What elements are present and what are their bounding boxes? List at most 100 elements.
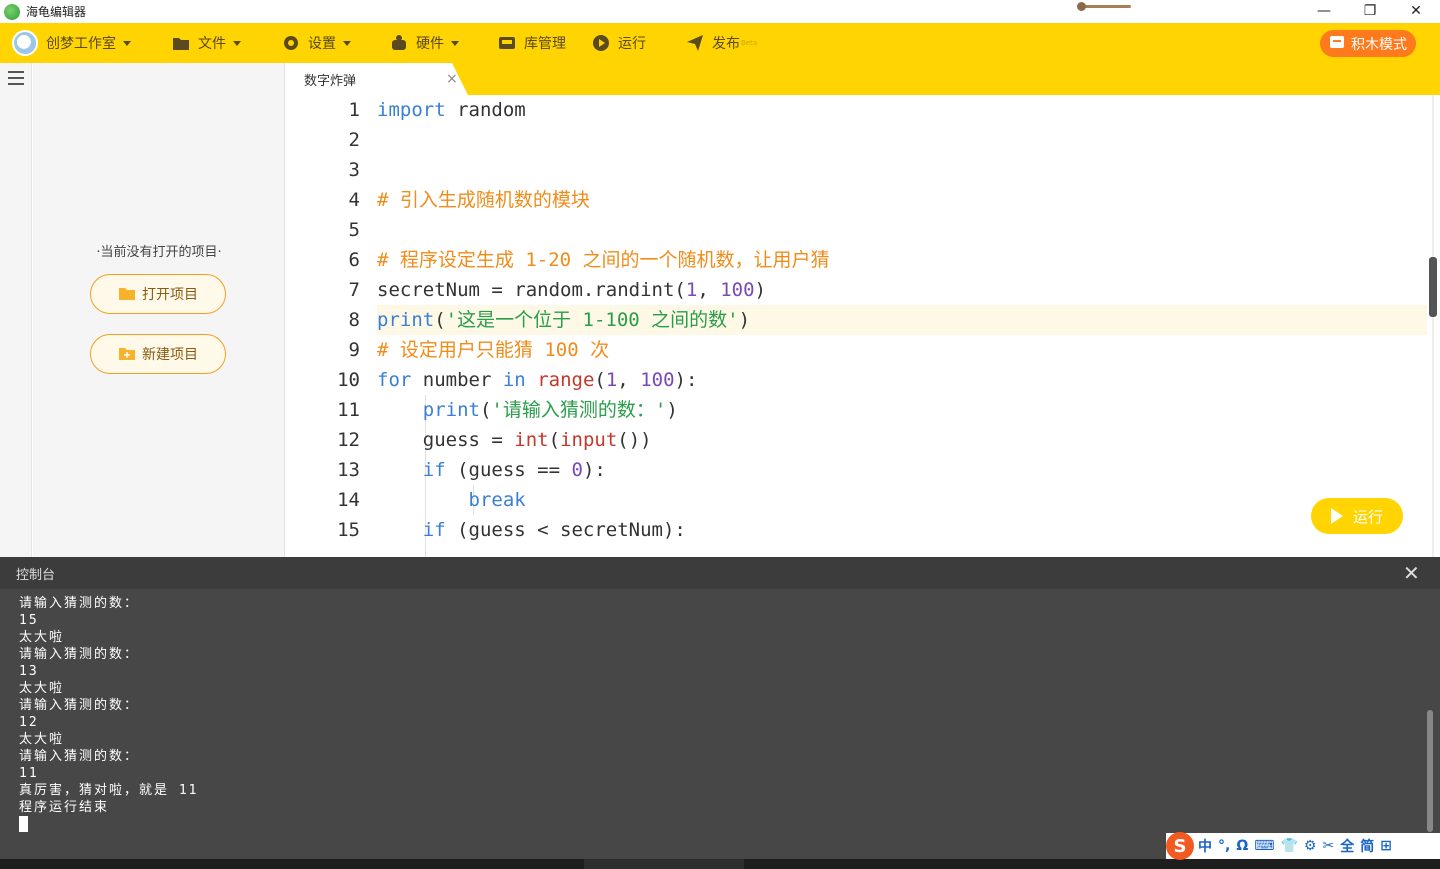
sidebar-strip (0, 63, 32, 557)
settings-label: 设置 (308, 36, 336, 52)
publish-menu[interactable]: 发布 Beta (686, 23, 757, 63)
code-line[interactable]: guess = int(input()) (377, 425, 1427, 455)
code-line[interactable] (377, 215, 1427, 245)
code-line[interactable] (377, 125, 1427, 155)
new-project-button[interactable]: 新建项目 (90, 334, 226, 374)
code-lines[interactable]: import random # 引入生成随机数的模块 # 程序设定生成 1-20… (377, 95, 1427, 545)
tab-bar: 数字炸弹 × (286, 63, 1440, 95)
line-number: 6 (348, 249, 360, 271)
console-line: 太大啦 (19, 630, 65, 645)
ime-chinese-mode[interactable]: 中 (1198, 836, 1212, 856)
code-line[interactable]: print('这是一个位于 1-100 之间的数') (377, 305, 1427, 335)
studio-label: 创梦工作室 (46, 36, 116, 52)
ime-toolbar: S 中 °, Ω ⌨ 👕 ⚙ ✂ 全 简 ⊞ (1166, 832, 1440, 860)
publish-label: 发布 (712, 36, 740, 52)
chevron-down-icon (343, 40, 351, 46)
robot-icon (390, 34, 408, 52)
editor-scrollbar[interactable] (1429, 257, 1437, 317)
play-icon (592, 34, 610, 52)
hardware-label: 硬件 (416, 36, 444, 52)
close-icon[interactable]: × (446, 71, 458, 87)
ime-menu-icon[interactable]: ⊞ (1380, 838, 1392, 854)
code-line[interactable]: # 引入生成随机数的模块 (377, 185, 1427, 215)
console-line: 请输入猜测的数： (19, 647, 140, 662)
console-title: 控制台 (16, 567, 56, 583)
console-line: 请输入猜测的数： (19, 749, 140, 764)
open-project-button[interactable]: 打开项目 (90, 274, 226, 314)
studio-menu[interactable]: 创梦工作室 (12, 23, 131, 63)
line-number: 8 (348, 309, 360, 331)
library-icon (498, 34, 516, 52)
console-header: 控制台 (0, 557, 1440, 589)
console-line: 15 (19, 613, 39, 628)
tools-icon[interactable]: ⚙ (1304, 838, 1317, 854)
line-number: 13 (337, 459, 360, 481)
line-number: 10 (337, 369, 360, 391)
line-number: 12 (337, 429, 360, 451)
ime-simplified[interactable]: 简 (1360, 836, 1374, 856)
library-label: 库管理 (524, 36, 566, 52)
line-number: 9 (348, 339, 360, 361)
code-line[interactable]: if (guess == 0): (377, 455, 1427, 485)
ime-fullwidth[interactable]: 全 (1340, 836, 1354, 856)
console-scrollbar[interactable] (1427, 710, 1433, 832)
blocks-icon (1329, 35, 1345, 53)
console-line: 太大啦 (19, 732, 65, 747)
scissors-icon[interactable]: ✂ (1322, 838, 1334, 854)
code-line[interactable]: break (377, 485, 1427, 515)
line-number: 4 (348, 189, 360, 211)
run-menu[interactable]: 运行 (592, 23, 646, 63)
settings-menu[interactable]: 设置 (282, 23, 351, 63)
code-line[interactable]: for number in range(1, 100): (377, 365, 1427, 395)
code-line[interactable]: secretNum = random.randint(1, 100) (377, 275, 1427, 305)
console-output[interactable]: 请输入猜测的数： 15 太大啦 请输入猜测的数： 13 太大啦 请输入猜测的数：… (0, 589, 1440, 859)
taskbar-app[interactable] (584, 859, 744, 869)
keyboard-icon[interactable]: ⌨ (1254, 838, 1274, 854)
main-toolbar: 创梦工作室 文件 设置 硬件 库管理 运行 发布 Beta (0, 23, 1440, 63)
window-title: 海龟编辑器 (26, 5, 87, 19)
code-editor[interactable]: 1 2 3 4 5 6 7 8 9 10 11 12 13 14 15 impo… (286, 95, 1440, 557)
console-line: 11 (19, 766, 39, 781)
tab-number-bomb[interactable]: 数字炸弹 × (286, 63, 468, 95)
line-number: 15 (337, 519, 360, 541)
console-line: 12 (19, 715, 39, 730)
file-menu[interactable]: 文件 (172, 23, 241, 63)
no-project-text: ·当前没有打开的项目· (96, 245, 222, 260)
ime-symbol[interactable]: Ω (1236, 838, 1248, 854)
code-line[interactable] (377, 155, 1427, 185)
line-number: 11 (337, 399, 360, 421)
code-line[interactable]: import random (377, 95, 1427, 125)
skin-icon[interactable]: 👕 (1280, 838, 1297, 854)
open-project-label: 打开项目 (142, 287, 198, 303)
minimize-button[interactable]: — (1301, 0, 1347, 22)
menu-icon[interactable] (8, 71, 24, 85)
editor-scrollbar-track[interactable] (1432, 95, 1434, 557)
play-icon (1330, 508, 1343, 524)
library-menu[interactable]: 库管理 (498, 23, 566, 63)
chevron-down-icon (233, 40, 241, 46)
zoom-slider[interactable] (1077, 2, 1133, 11)
line-number: 2 (348, 129, 360, 151)
close-window-button[interactable]: ✕ (1393, 0, 1439, 22)
code-line[interactable]: print('请输入猜测的数：') (377, 395, 1427, 425)
run-label: 运行 (618, 36, 646, 52)
line-number: 3 (348, 159, 360, 181)
line-number: 7 (348, 279, 360, 301)
close-icon[interactable]: ✕ (1403, 563, 1420, 583)
chevron-down-icon (123, 40, 131, 46)
paper-plane-icon (686, 34, 704, 52)
code-line[interactable]: # 程序设定生成 1-20 之间的一个随机数，让用户猜 (377, 245, 1427, 275)
code-line[interactable]: if (guess < secretNum): (377, 515, 1427, 545)
avatar (12, 30, 38, 56)
folder-icon (118, 287, 136, 301)
console-line: 请输入猜测的数： (19, 596, 140, 611)
run-button[interactable]: 运行 (1311, 498, 1403, 534)
block-mode-button[interactable]: 积木模式 (1320, 30, 1416, 57)
maximize-button[interactable]: ❐ (1347, 0, 1393, 22)
sogou-logo-icon[interactable]: S (1166, 832, 1194, 860)
hardware-menu[interactable]: 硬件 (390, 23, 459, 63)
code-line[interactable]: # 设定用户只能猜 100 次 (377, 335, 1427, 365)
ime-punctuation[interactable]: °, (1218, 838, 1230, 854)
console-line: 请输入猜测的数： (19, 698, 140, 713)
line-number: 5 (348, 219, 360, 241)
